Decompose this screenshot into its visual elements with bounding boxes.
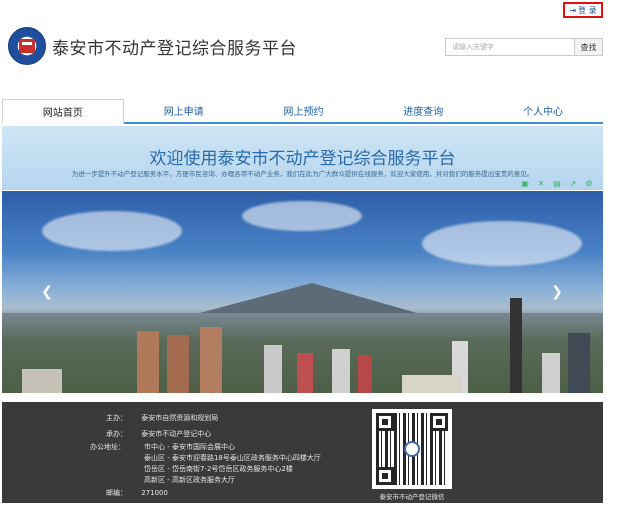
organizer-value: 泰安市不动产登记中心 [141, 430, 212, 438]
footer-address-4: 高新区 - 高新区政务服务大厅 [144, 476, 235, 484]
main-nav: 网站首页 网上申请 网上预约 进度查询 个人中心 [2, 99, 603, 124]
share-icon[interactable]: ↗ [568, 179, 578, 188]
login-label: 登 录 [578, 5, 597, 15]
building [297, 353, 313, 393]
building [200, 327, 222, 393]
footer-organizer: 承办： 泰安市不动产登记中心 [106, 429, 211, 439]
building [264, 345, 282, 393]
nav-item-online-booking[interactable]: 网上预约 [244, 99, 364, 122]
chevron-left-icon[interactable]: ❮ [40, 284, 54, 300]
qr-logo-icon [404, 441, 420, 457]
building [137, 331, 159, 393]
doc-icon[interactable]: ▣ [520, 179, 530, 188]
building [402, 375, 462, 393]
building [542, 353, 560, 393]
site-logo [8, 27, 46, 65]
organizer-label: 承办： [106, 430, 127, 438]
photo-carousel[interactable]: ❮ ❯ [2, 191, 603, 393]
footer-sponsor: 主办： 泰安市自然资源和规划局 [106, 413, 218, 423]
expand-icon[interactable]: ✕ [536, 179, 546, 188]
nav-item-personal-center[interactable]: 个人中心 [483, 99, 603, 122]
postcode-label: 邮编： [106, 489, 127, 497]
footer-postcode: 邮编： 271000 [106, 488, 168, 498]
chevron-right-icon[interactable]: ❯ [550, 284, 564, 300]
city-skyline [2, 298, 603, 393]
footer-address-2: 泰山区 - 泰安市迎春路18号泰山区政务服务中心四楼大厅 [144, 454, 321, 462]
login-icon: ⇥ [569, 5, 577, 15]
welcome-title: 欢迎使用泰安市不动产登记综合服务平台 [149, 149, 456, 169]
sponsor-label: 主办： [106, 414, 127, 422]
qr-finder [376, 467, 394, 485]
cloud [42, 211, 182, 251]
building [332, 349, 350, 393]
building [22, 369, 62, 393]
welcome-subtitle: 为进一步提升不动产登记服务水平，方便市民咨询、办理各项不动产业务，我们在此为广大… [71, 170, 534, 178]
qr-finder [430, 413, 448, 431]
cloud [422, 221, 582, 266]
qr-caption: 泰安市不动产登记微信 [379, 493, 445, 501]
search-button[interactable]: 查找 [575, 38, 603, 56]
building [358, 355, 372, 393]
nav-item-progress-query[interactable]: 进度查询 [363, 99, 483, 122]
building [510, 298, 522, 393]
logo-emblem-icon [19, 39, 35, 53]
footer-address-label: 办公地址： [90, 443, 125, 451]
site-title: 泰安市不动产登记综合服务平台 [52, 39, 297, 59]
nav-item-home[interactable]: 网站首页 [2, 99, 124, 124]
nav-item-online-apply[interactable]: 网上申请 [124, 99, 244, 122]
save-icon[interactable]: ▤ [552, 179, 562, 188]
wechat-qr-code [372, 409, 452, 489]
search-bar: 查找 [445, 38, 603, 56]
footer-address-3: 岱岳区 - 岱岳南街7-2号岱岳区政务服务中心2楼 [144, 465, 293, 473]
building [167, 335, 189, 393]
sponsor-value: 泰安市自然资源和规划局 [141, 414, 219, 422]
banner-toolbar: ▣ ✕ ▤ ↗ ⚙ [520, 179, 594, 188]
qr-finder [376, 413, 394, 431]
login-button[interactable]: ⇥ 登 录 [563, 2, 603, 18]
settings-icon[interactable]: ⚙ [584, 179, 594, 188]
footer: 主办： 泰安市自然资源和规划局 承办： 泰安市不动产登记中心 办公地址： 市中心… [2, 402, 603, 503]
footer-address-1: 市中心 - 泰安市国际会展中心 [144, 443, 235, 451]
qr-pattern [376, 413, 448, 485]
building [568, 333, 590, 393]
cloud [242, 201, 362, 231]
postcode-value: 271000 [141, 489, 168, 497]
search-input[interactable] [445, 38, 575, 56]
welcome-banner: 欢迎使用泰安市不动产登记综合服务平台 为进一步提升不动产登记服务水平，方便市民咨… [2, 126, 603, 190]
